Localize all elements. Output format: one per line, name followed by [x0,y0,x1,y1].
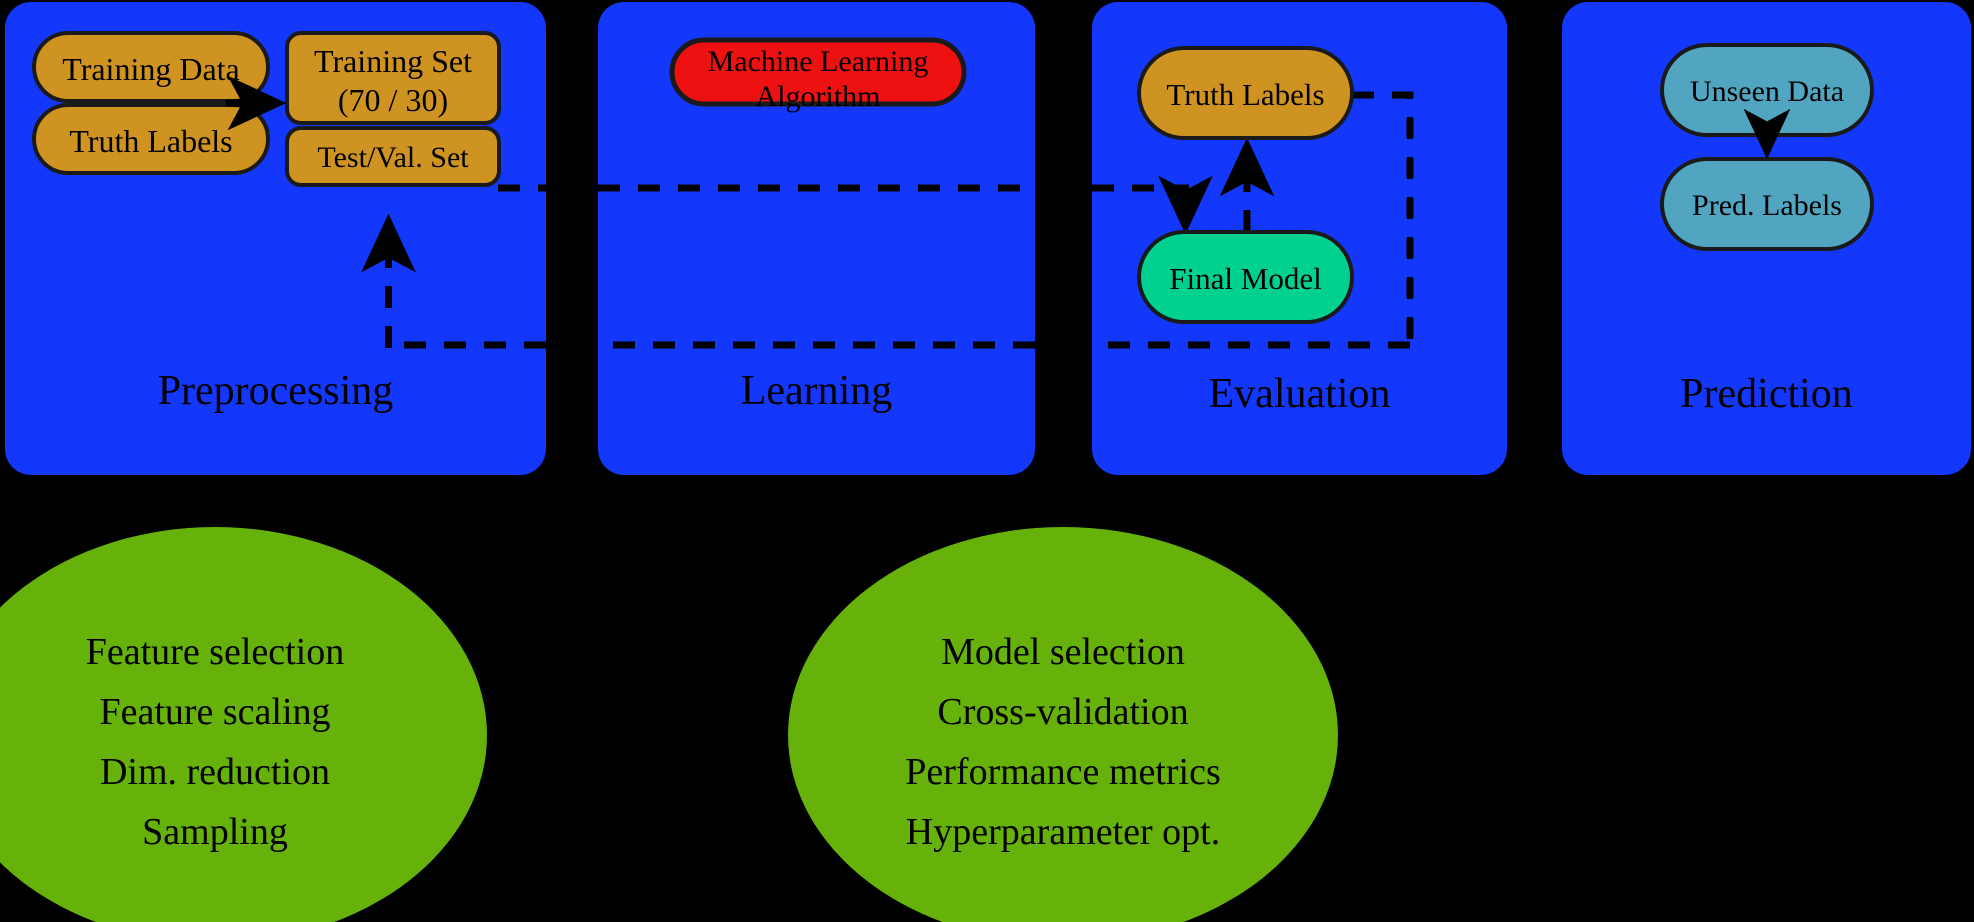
node-pred-labels-shape [1660,157,1874,251]
node-truth-labels-input-shape [32,103,270,175]
ellipse-preprocessing-tasks-shape [0,527,487,922]
node-training-set-shape [285,31,501,125]
node-test-val-set-shape [285,126,501,187]
ellipse-evaluation-tasks-shape [788,527,1338,922]
node-final-model-shape [1137,230,1354,324]
node-training-data-shape [32,31,270,103]
panel-label-prediction: Prediction [1680,371,1853,417]
node-ml-algorithm-shape [669,37,967,107]
panel-label-evaluation: Evaluation [1208,371,1391,417]
panel-label-preprocessing: Preprocessing [157,368,394,414]
node-truth-labels-eval-shape [1137,46,1354,140]
diagram-graphics-layer [0,2,1971,922]
node-unseen-data-shape [1660,43,1874,137]
ml-workflow-diagram: Training Data Truth Labels Training Set … [0,0,1974,922]
panel-label-learning: Learning [740,368,893,414]
